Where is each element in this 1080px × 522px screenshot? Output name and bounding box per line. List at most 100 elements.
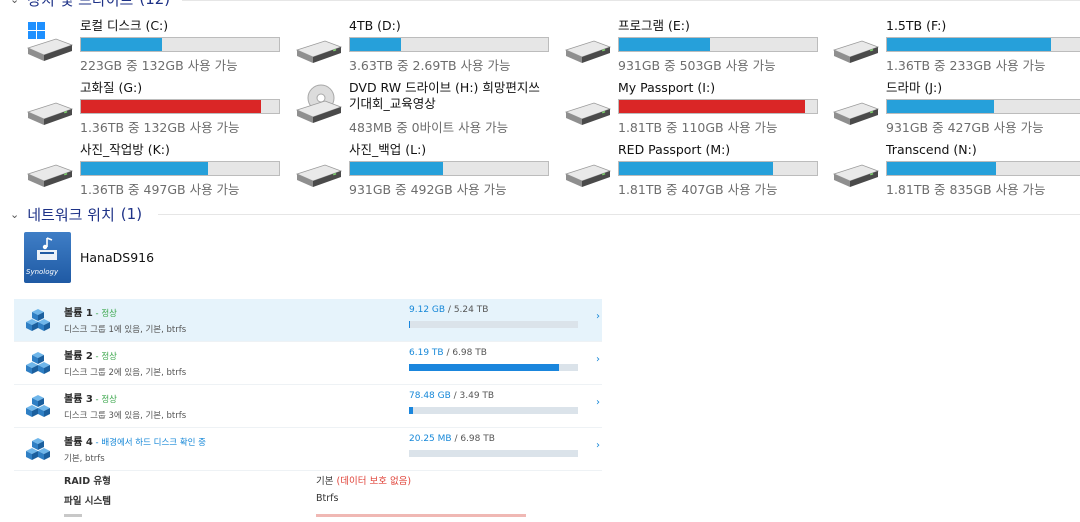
chevron-right-icon[interactable]: › (596, 397, 600, 408)
volume-title: 볼륨 2 - 정상 (64, 347, 117, 362)
volume-row[interactable]: 볼륨 3 - 정상 디스크 그룹 3에 있음, 기본, btrfs 78.48 GB… (14, 385, 602, 428)
drive-usage-fill (619, 162, 774, 175)
volume-description: 디스크 그룹 3에 있음, 기본, btrfs (64, 411, 187, 421)
drive-usage-fill (350, 162, 444, 175)
volume-row[interactable]: 볼륨 1 - 정상디스크 그룹 1에 있음, 기본, btrfs 9.12 GB … (14, 299, 602, 342)
chevron-right-icon[interactable]: › (596, 311, 600, 322)
windows-drive-icon (26, 22, 74, 66)
volume-description: 기본, btrfs (64, 454, 105, 464)
volume-title: 볼륨 1 - 정상 (64, 304, 117, 319)
drive-name: RED Passport (M:) (618, 142, 731, 157)
volume-used: 9.12 GB (409, 305, 446, 315)
drive-item[interactable]: 고화질 (G:) 1.36TB 중 132GB 사용 가능 (26, 80, 296, 142)
chevron-right-icon[interactable]: › (596, 354, 600, 365)
drive-name: DVD RW 드라이브 (H:) 희망편지쓰 (349, 80, 540, 95)
detail-value-note: (데이터 보호 없음) (333, 476, 412, 487)
volume-row[interactable]: 볼륨 2 - 정상디스크 그룹 2에 있음, 기본, btrfs 6.19 TB … (14, 342, 602, 385)
detail-row-cutoff (64, 514, 534, 522)
drive-space-info: 931GB 중 492GB 사용 가능 (349, 182, 507, 197)
chevron-down-icon: ⌄ (10, 0, 19, 6)
drive-item[interactable]: 드라마 (J:) 931GB 중 427GB 사용 가능 (832, 80, 1080, 142)
volume-description: 디스크 그룹 1에 있음, 기본, btrfs (64, 325, 187, 335)
drive-item[interactable]: My Passport (I:) 1.81TB 중 110GB 사용 가능 (564, 80, 834, 142)
network-section-header[interactable]: ⌄ 네트워크 위치 (1) (10, 203, 142, 225)
hard-drive-icon (832, 98, 880, 128)
synology-nas-icon: Synology (24, 232, 71, 283)
volume-icon (24, 393, 52, 421)
detail-value-main: Btrfs (316, 493, 339, 504)
drive-item[interactable]: 4TB (D:) 3.63TB 중 2.69TB 사용 가능 (295, 18, 565, 80)
hard-drive-icon (564, 36, 612, 66)
drive-name: 사진_작업방 (K:) (80, 142, 170, 157)
volume-capacity: 9.12 GB / 5.24 TB (409, 305, 488, 315)
detail-value: Btrfs (316, 493, 338, 504)
drive-space-info: 483MB 중 0바이트 사용 가능 (349, 120, 509, 135)
drive-usage-bar (618, 161, 818, 176)
volume-capacity: 6.19 TB / 6.98 TB (409, 348, 487, 358)
volume-title: 볼륨 4 - 배경에서 하드 디스크 확인 중 (64, 433, 206, 448)
devices-section-header[interactable]: ⌄ 장치 및 드라이브 (12) (10, 0, 170, 10)
drive-usage-bar (886, 37, 1080, 52)
hard-drive-icon (564, 160, 612, 190)
volume-status: 정상 (101, 352, 117, 362)
volume-total: / 5.24 TB (445, 305, 489, 315)
drive-usage-fill (81, 162, 208, 175)
synology-logo-text: Synology (26, 268, 59, 276)
drive-usage-fill (81, 38, 163, 51)
volume-icon (24, 350, 52, 378)
volume-usage-fill (409, 407, 413, 414)
chevron-down-icon: ⌄ (10, 207, 20, 221)
drive-usage-bar (349, 37, 549, 52)
drive-usage-fill (350, 38, 402, 51)
drive-space-info: 223GB 중 132GB 사용 가능 (80, 58, 238, 73)
hard-drive-icon (564, 98, 612, 128)
drive-usage-bar (618, 37, 818, 52)
hard-drive-icon (832, 36, 880, 66)
drive-item[interactable]: 프로그램 (E:) 931GB 중 503GB 사용 가능 (564, 18, 834, 80)
drive-usage-fill (887, 38, 1052, 51)
drive-name-line2: 기대회_교육영상 (349, 96, 436, 111)
volume-icon (24, 307, 52, 335)
volume-row[interactable]: 볼륨 4 - 배경에서 하드 디스크 확인 중 기본, btrfs 20.25 MB… (14, 428, 602, 471)
volume-usage-fill (409, 364, 559, 371)
drive-name: Transcend (N:) (886, 142, 977, 157)
hard-drive-icon (295, 36, 343, 66)
drive-usage-bar (80, 161, 280, 176)
drive-space-info: 931GB 중 503GB 사용 가능 (618, 58, 776, 73)
volume-icon (24, 436, 52, 464)
network-location-name: HanaDS916 (80, 250, 155, 265)
drive-item[interactable]: Transcend (N:) 1.81TB 중 835GB 사용 가능 (832, 142, 1080, 204)
devices-section-count: (12) (139, 0, 170, 8)
devices-section-title: 장치 및 드라이브 (27, 0, 133, 10)
detail-label: 파일 시스템 (64, 496, 112, 507)
network-section-count: (1) (120, 205, 143, 223)
drive-name: 로컬 디스크 (C:) (80, 18, 169, 33)
volume-total: / 6.98 TB (451, 434, 495, 444)
volume-description: 디스크 그룹 2에 있음, 기본, btrfs (64, 368, 187, 378)
drive-item[interactable]: 로컬 디스크 (C:) 223GB 중 132GB 사용 가능 (26, 18, 296, 80)
drive-item[interactable]: 사진_백업 (L:) 931GB 중 492GB 사용 가능 (295, 142, 565, 204)
network-location-item[interactable]: Synology HanaDS916 (22, 230, 162, 284)
chevron-right-icon[interactable]: › (596, 440, 600, 451)
volume-total: / 6.98 TB (443, 348, 487, 358)
drive-name: My Passport (I:) (618, 80, 716, 95)
drive-name: 프로그램 (E:) (618, 18, 690, 33)
drive-name: 사진_백업 (L:) (349, 142, 427, 157)
drive-item[interactable]: 1.5TB (F:) 1.36TB 중 233GB 사용 가능 (832, 18, 1080, 80)
volume-capacity: 78.48 GB / 3.49 TB (409, 391, 494, 401)
hard-drive-icon (26, 98, 74, 128)
drive-usage-bar (886, 161, 1080, 176)
drive-usage-fill (887, 162, 996, 175)
drive-name: 4TB (D:) (349, 18, 401, 33)
drive-space-info: 1.81TB 중 835GB 사용 가능 (886, 182, 1046, 197)
drive-usage-fill (887, 100, 994, 113)
drive-name: 1.5TB (F:) (886, 18, 947, 33)
drive-item[interactable]: RED Passport (M:) 1.81TB 중 407GB 사용 가능 (564, 142, 834, 204)
detail-value: 기본 (데이터 보호 없음) (316, 473, 411, 487)
drive-space-info: 1.36TB 중 233GB 사용 가능 (886, 58, 1046, 73)
drive-space-info: 1.36TB 중 132GB 사용 가능 (80, 120, 240, 135)
volume-usage-bar (409, 407, 578, 414)
drive-item[interactable]: DVD RW 드라이브 (H:) 희망편지쓰 기대회_교육영상 483MB 중 0바… (295, 80, 565, 142)
drive-item[interactable]: 사진_작업방 (K:) 1.36TB 중 497GB 사용 가능 (26, 142, 296, 204)
volume-usage-bar (409, 450, 578, 457)
